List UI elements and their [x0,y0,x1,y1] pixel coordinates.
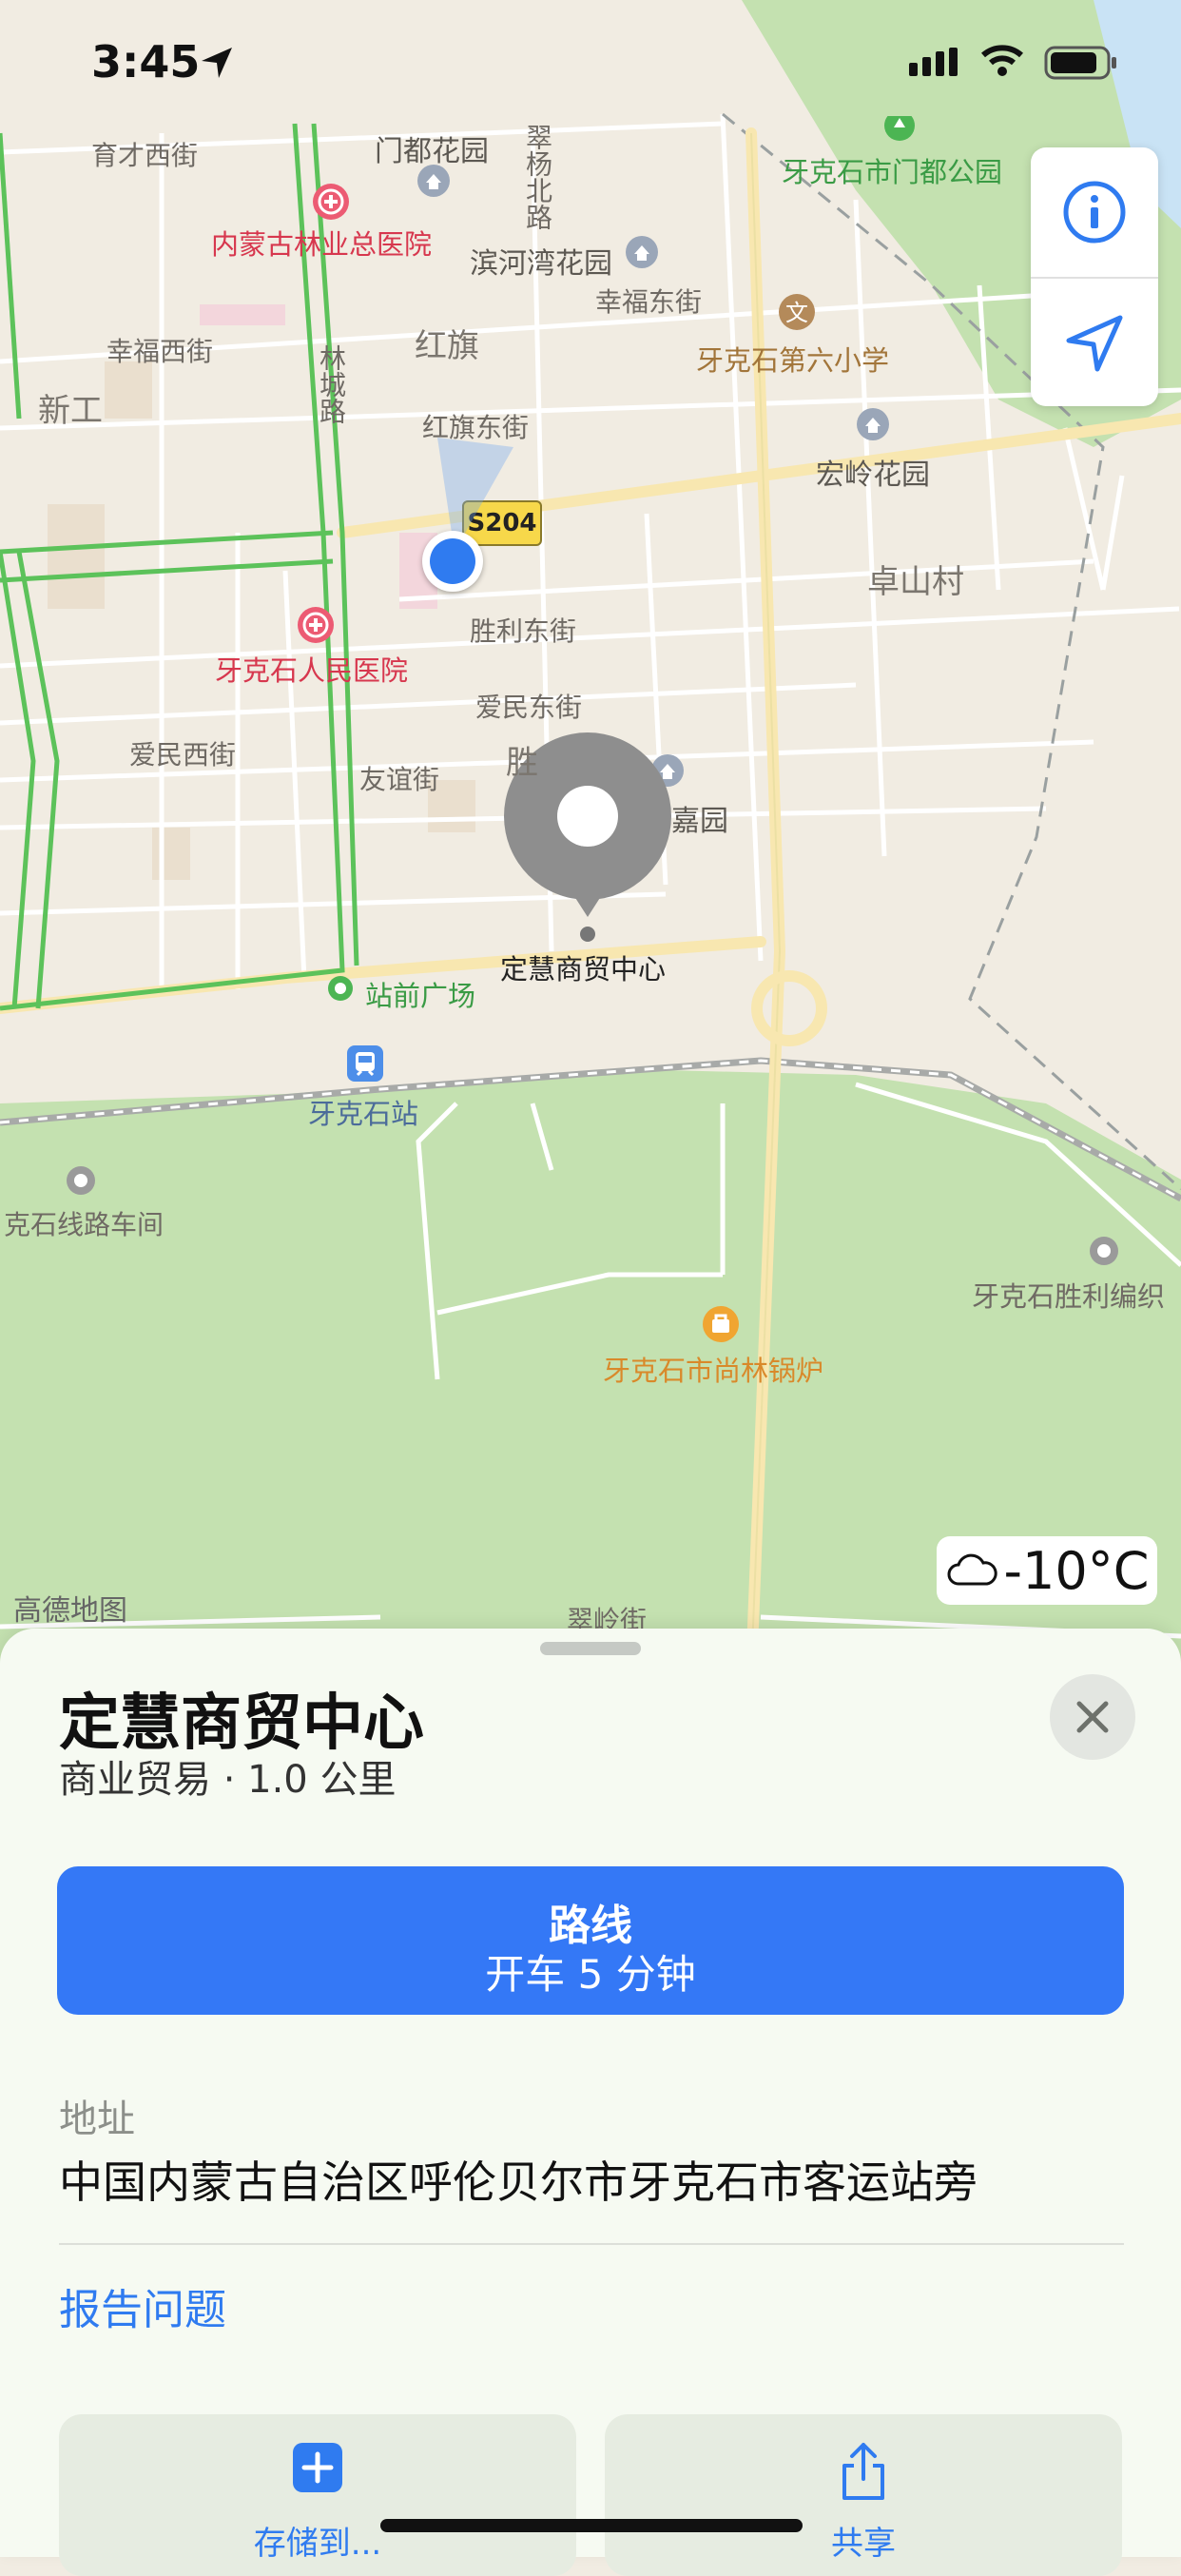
map-label: 牙克石人民医院 [215,654,409,687]
directions-button[interactable]: 路线 开车 5 分钟 [57,1866,1124,2015]
close-icon [1076,1701,1109,1733]
map-label: 红旗东街 [422,412,530,443]
map-label: 克石线路车间 [4,1209,165,1240]
map-controls [1031,147,1158,406]
map-label: 牙克石站 [308,1098,419,1130]
map-label: 林城路 [316,344,347,424]
add-icon [293,2443,342,2492]
signal-icon [909,48,958,80]
map-label: 卓山村 [867,563,964,601]
building-marker-icon [856,407,890,445]
share-button[interactable]: 共享 [605,2414,1122,2576]
map-label: 育才西街 [91,140,199,171]
battery-icon [1044,46,1120,80]
location-arrow-icon [200,46,234,80]
home-indicator[interactable] [380,2519,803,2532]
report-issue-link[interactable]: 报告问题 [59,2275,226,2336]
directions-detail: 开车 5 分钟 [485,1951,696,1998]
map-attribution: 高德地图 [13,1594,127,1628]
hospital-marker-icon [312,183,350,224]
sheet-grabber[interactable] [540,1642,641,1655]
address-value: 中国内蒙古自治区呼伦贝尔市牙克石市客运站旁 [59,2156,978,2208]
weather-temp: -10°C [1003,1540,1150,1601]
map-label: 新工 [38,392,103,430]
close-button[interactable] [1050,1674,1135,1760]
share-icon [842,2443,884,2500]
building-marker-icon [625,235,659,273]
shopping-marker-icon [702,1305,740,1347]
info-icon [1063,181,1126,244]
map-label: 幸福西街 [106,336,214,367]
bus-stop-marker-icon [326,974,355,1006]
cloud-icon [947,1553,997,1586]
status-bar: 3:45 [0,0,1181,124]
map-label: 幸福东街 [595,286,703,318]
map-view[interactable]: 文 S204 育才西街 门都花园 翠杨北路 牙克石市门都公园 内蒙古林业总医院 … [0,0,1181,1674]
location-dot-icon [1088,1235,1120,1271]
location-dot-icon [65,1164,97,1200]
map-label: 宏岭花园 [816,459,930,492]
school-marker-icon: 文 [778,293,816,335]
building-marker-icon [416,164,451,202]
map-label: 牙克石胜利编织 [972,1280,1166,1313]
train-station-icon [346,1044,384,1086]
map-label: 嘉园 [671,805,728,838]
selected-place-label[interactable]: 定慧商贸中心 [500,947,666,987]
map-label: 站前广场 [365,980,476,1012]
map-label: 胜 [506,744,538,782]
hospital-marker-icon [297,606,335,648]
map-label: 爱民东街 [475,692,583,723]
location-arrow-icon [1066,315,1123,372]
address-label: 地址 [59,2098,135,2141]
current-location-dot[interactable] [422,531,483,592]
wifi-icon [979,42,1025,80]
map-label: 胜利东街 [470,615,577,647]
place-subtitle: 商业贸易 · 1.0 公里 [59,1758,397,1802]
map-label: 友谊街 [359,764,440,795]
map-label: 牙克石市门都公园 [782,156,1003,188]
map-label: 爱民西街 [129,739,237,771]
map-label: 翠杨北路 [522,124,553,230]
weather-badge: -10°C [937,1536,1157,1605]
map-label: 滨河湾花园 [470,247,612,281]
status-time: 3:45 [91,36,201,88]
place-sheet[interactable]: 定慧商贸中心 商业贸易 · 1.0 公里 路线 开车 5 分钟 地址 中国内蒙古… [0,1629,1181,2576]
save-to-button[interactable]: 存储到... [59,2414,576,2576]
locate-me-button[interactable] [1031,279,1158,408]
section-divider [59,2243,1124,2245]
map-label: 牙克石市尚林锅炉 [603,1355,824,1387]
map-label: 红旗 [415,327,479,365]
svg-text:文: 文 [785,300,808,326]
map-label: 牙克石第六小学 [696,344,890,377]
info-button[interactable] [1031,147,1158,277]
map-label: 内蒙古林业总医院 [211,228,433,261]
map-label: 门都花园 [375,135,489,168]
